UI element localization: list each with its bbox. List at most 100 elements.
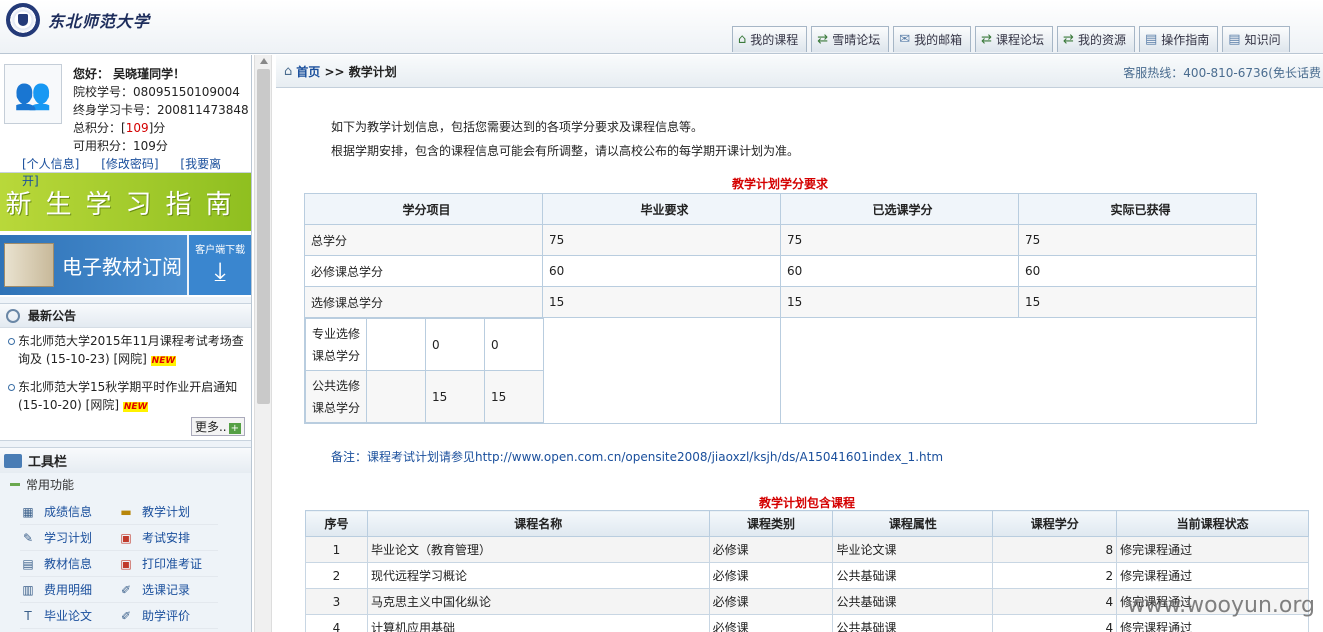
avatar: 👥 xyxy=(4,64,62,124)
knowledge-icon: ▤ xyxy=(1228,32,1241,47)
list-item[interactable]: 东北师范大学2015年11月课程考试考场查询及 (15-10-23) [网院] … xyxy=(8,332,245,370)
book-icon: ▤ xyxy=(22,556,34,571)
scrollbar-thumb[interactable] xyxy=(257,69,270,404)
tab-guide[interactable]: ▤ 操作指南 xyxy=(1138,26,1219,52)
clock-icon xyxy=(6,308,20,323)
cell: 75 xyxy=(542,224,781,256)
tab-my-courses[interactable]: ⌂ 我的课程 xyxy=(732,26,808,52)
client-download-button[interactable]: 客户端下载 ⤓ xyxy=(189,235,251,295)
tool-grades[interactable]: ▦ 成绩信息 xyxy=(20,499,118,525)
home-icon: ⌂ xyxy=(738,32,747,47)
cell: 15 xyxy=(484,370,544,423)
tool-evaluation[interactable]: ✐ 助学评价 xyxy=(118,603,218,629)
tab-my-resources[interactable]: ⇄ 我的资源 xyxy=(1057,26,1135,52)
cell xyxy=(366,370,426,423)
tool-fee-details[interactable]: ▥ 费用明细 xyxy=(20,577,118,603)
cell: 修完课程通过 xyxy=(1116,562,1309,589)
tool-label: 助学评价 xyxy=(142,609,191,623)
table-row: 专业选修课总学分 0 0 公共选修课总学分 15 15 xyxy=(304,317,1257,424)
breadcrumb-sep: >> xyxy=(320,64,349,79)
user-links: [个人信息] [修改密码] [我要离开] xyxy=(22,155,251,189)
breadcrumb-home-link[interactable]: 首页 xyxy=(296,65,320,79)
cell: 15 xyxy=(1018,286,1257,318)
tab-course-forum[interactable]: ⇄ 课程论坛 xyxy=(975,26,1054,52)
more-notices-button[interactable]: 更多.. + xyxy=(190,417,245,436)
watermark: www.wooyun.org xyxy=(1127,593,1315,618)
tool-exam-schedule[interactable]: ▣ 考试安排 xyxy=(118,525,218,551)
intro-line-2: 根据学期安排，包含的课程信息可能会有所调整，请以高校公布的每学期开课计划为准。 xyxy=(331,144,800,158)
tool-label: 选课记录 xyxy=(142,583,191,597)
tab-knowledge[interactable]: ▤ 知识问 xyxy=(1222,26,1290,52)
thesis-icon: T xyxy=(24,608,32,623)
courses-header: 序号 xyxy=(305,510,368,537)
school-id: 院校学号：08095150109004 xyxy=(73,85,240,99)
tool-label: 打印准考证 xyxy=(142,557,203,571)
credits-header: 实际已获得 xyxy=(1018,193,1257,225)
forum-icon: ⇄ xyxy=(981,32,993,47)
cell: 3 xyxy=(305,588,368,615)
tab-label: 我的资源 xyxy=(1077,33,1126,47)
tool-label: 学习计划 xyxy=(44,531,93,545)
record-icon: ✐ xyxy=(120,582,132,597)
tool-print-admission[interactable]: ▣ 打印准考证 xyxy=(118,551,218,577)
cell: 必修课 xyxy=(708,614,834,632)
guide-icon: ▤ xyxy=(1144,32,1158,47)
cell xyxy=(366,318,426,371)
sidebar-scrollbar[interactable] xyxy=(254,55,272,632)
user-avatar-icon: 👥 xyxy=(14,76,52,112)
exam-plan-note-link[interactable]: 备注：课程考试计划请参见http://www.open.com.cn/opens… xyxy=(331,448,943,465)
tool-course-records[interactable]: ✐ 选课记录 xyxy=(118,577,218,603)
credits-table: 学分项目 毕业要求 已选课学分 实际已获得 总学分 75 75 75 必修课总学… xyxy=(304,193,1257,424)
user-panel: 👥 您好： 吴晓瑾同学！ 院校学号：08095150109004 终身学习卡号：… xyxy=(0,55,251,188)
top-header: 东北师范大学 ⌂ 我的课程 ⇄ 雪晴论坛 ✉ 我的邮箱 ⇄ 课程论坛 ⇄ 我的资源 ▤ 操作… xyxy=(0,0,1323,54)
cell: 15 xyxy=(780,286,1019,318)
profile-link[interactable]: [个人信息] xyxy=(22,157,79,171)
toolbar-icon xyxy=(4,453,22,468)
cell: 公共基础课 xyxy=(832,562,994,589)
tool-study-plan[interactable]: ✎ 学习计划 xyxy=(20,525,118,551)
study-plan-icon: ✎ xyxy=(22,530,34,545)
scroll-up-icon[interactable] xyxy=(260,58,268,64)
list-item[interactable]: 东北师范大学15秋学期平时作业开启通知 (15-10-20) [网院] NEW xyxy=(8,378,245,416)
site-logo[interactable]: 东北师范大学 xyxy=(6,3,150,37)
university-seal-icon xyxy=(6,3,40,37)
elective-subtable-cell: 专业选修课总学分 0 0 公共选修课总学分 15 15 xyxy=(304,317,781,424)
tool-label: 毕业论文 xyxy=(44,609,93,623)
cell: 8 xyxy=(992,536,1118,563)
tab-my-mail[interactable]: ✉ 我的邮箱 xyxy=(893,26,972,52)
total-points-prefix: 总积分：[ xyxy=(73,121,126,135)
change-password-link[interactable]: [修改密码] xyxy=(101,157,158,171)
tool-label: 教学计划 xyxy=(142,505,191,519)
cell: 15 xyxy=(425,370,485,423)
tab-label: 雪晴论坛 xyxy=(832,33,881,47)
breadcrumb: ⌂ 首页 >> 教学计划 客服热线：400-810-6736(免长话费 xyxy=(276,55,1323,88)
cell: 60 xyxy=(780,255,1019,287)
textbook-banner: 电子教材订阅 客户端下载 ⤓ xyxy=(0,235,251,297)
cell: 专业选修课总学分 xyxy=(305,318,367,371)
table-row: 2 现代远程学习概论 必修课 公共基础课 2 修完课程通过 xyxy=(305,562,1309,589)
common-functions-label: 常用功能 xyxy=(0,473,251,495)
cell: 60 xyxy=(1018,255,1257,287)
notice-list: 东北师范大学2015年11月课程考试考场查询及 (15-10-23) [网院] … xyxy=(0,328,251,416)
textbook-banner-label: 电子教材订阅 xyxy=(62,254,182,279)
notice-text: 东北师范大学2015年11月课程考试考场查询及 (15-10-23) [网院] xyxy=(18,334,244,366)
tool-thesis[interactable]: T 毕业论文 xyxy=(20,603,118,629)
total-points-value: 109 xyxy=(125,121,149,135)
cell: 公共选修课总学分 xyxy=(305,370,367,423)
tab-xueqing-forum[interactable]: ⇄ 雪晴论坛 xyxy=(811,26,890,52)
courses-header: 课程类别 xyxy=(708,510,834,537)
tab-label: 课程论坛 xyxy=(996,33,1045,47)
tab-label: 我的课程 xyxy=(750,33,799,47)
tool-teaching-plan[interactable]: ▬ 教学计划 xyxy=(118,499,218,525)
textbook-subscribe-banner[interactable]: 电子教材订阅 xyxy=(0,235,188,295)
cell: 4 xyxy=(992,588,1118,615)
notice-title: 最新公告 xyxy=(28,309,77,323)
table-row: 必修课总学分 60 60 60 xyxy=(304,255,1257,287)
tool-textbook-info[interactable]: ▤ 教材信息 xyxy=(20,551,118,577)
cell: 必修课总学分 xyxy=(304,255,543,287)
fee-icon: ▥ xyxy=(22,582,34,597)
table-row: 总学分 75 75 75 xyxy=(304,224,1257,256)
cell: 必修课 xyxy=(708,588,834,615)
resource-icon: ⇄ xyxy=(1063,32,1074,47)
table-row: 1 毕业论文（教育管理） 必修课 毕业论文课 8 修完课程通过 xyxy=(305,536,1309,563)
